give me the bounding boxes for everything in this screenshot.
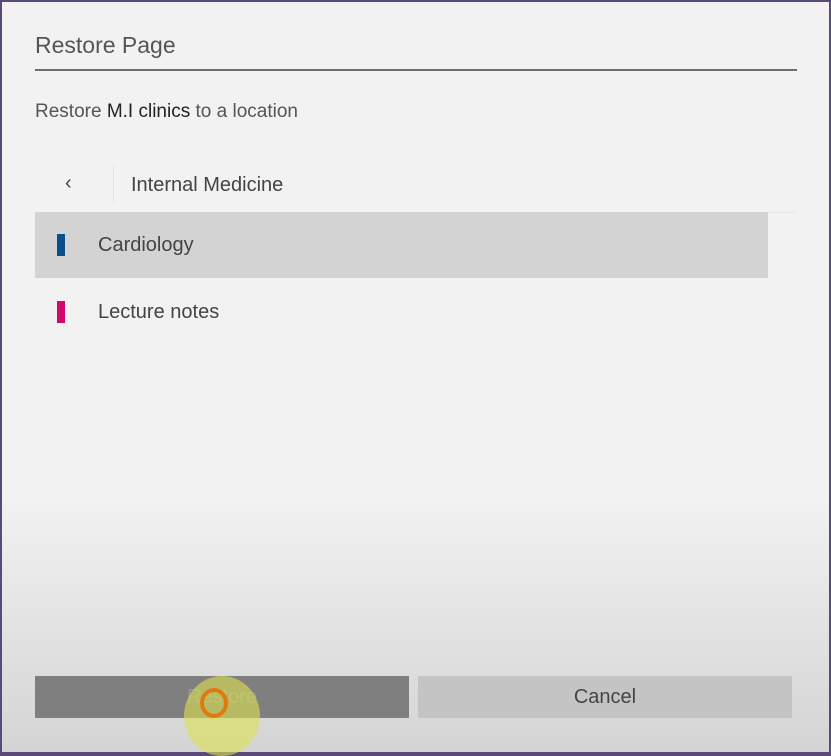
- current-notebook: Internal Medicine: [131, 174, 284, 196]
- nav-divider: [113, 166, 114, 202]
- subtitle-page-name: M.I clinics: [106, 101, 191, 122]
- section-label: Cardiology: [98, 234, 194, 256]
- subtitle-prefix: Restore: [35, 101, 107, 122]
- section-label: Lecture notes: [98, 301, 220, 323]
- section-item-lecture-notes[interactable]: Lecture notes: [35, 279, 768, 345]
- dialog-title: Restore Page: [35, 32, 176, 58]
- section-tab-icon: [57, 301, 65, 323]
- location-navigator: ‹ Internal Medicine: [35, 152, 795, 213]
- dialog-subtitle: Restore M.I clinics to a location: [35, 101, 298, 123]
- restore-page-dialog: Restore Page Restore M.I clinics to a lo…: [2, 2, 829, 752]
- section-tab-icon: [57, 234, 65, 256]
- restore-button[interactable]: Restore: [35, 676, 409, 718]
- section-item-cardiology[interactable]: Cardiology: [35, 212, 768, 278]
- title-divider: [35, 69, 797, 71]
- chevron-left-icon[interactable]: ‹: [65, 172, 72, 195]
- subtitle-suffix: to a location: [190, 101, 298, 122]
- cancel-button[interactable]: Cancel: [418, 676, 792, 718]
